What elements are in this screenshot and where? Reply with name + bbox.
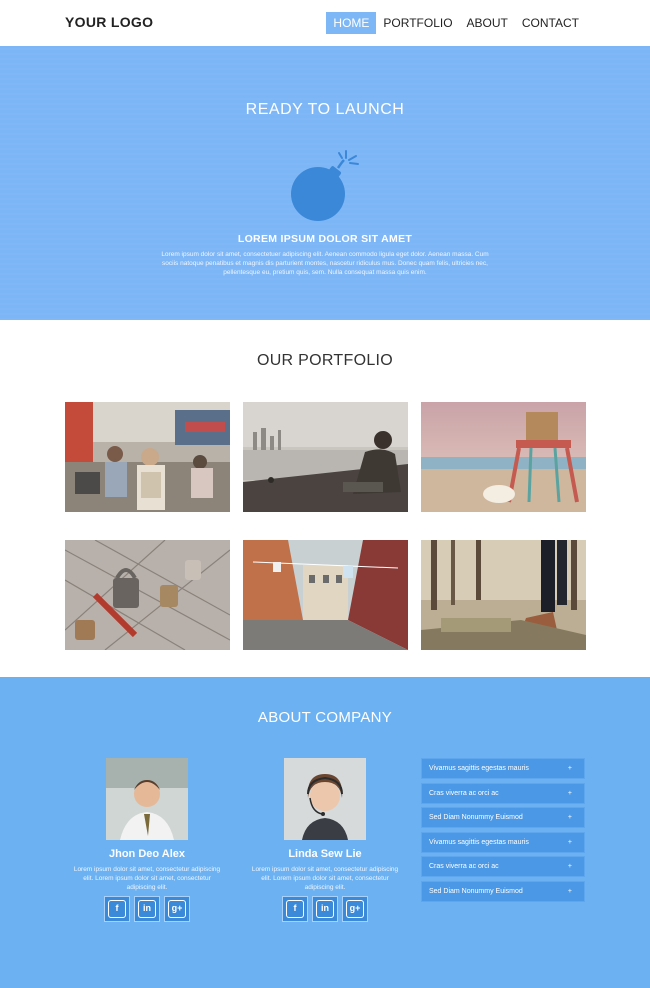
google-plus-icon[interactable]: g+ bbox=[342, 896, 368, 922]
accordion-item[interactable]: Vivamus sagittis egestas mauris + bbox=[421, 831, 585, 853]
accordion-item[interactable]: Sed Diam Nonummy Euismod + bbox=[421, 880, 585, 902]
avatar bbox=[284, 758, 366, 840]
nav-about[interactable]: ABOUT bbox=[460, 12, 515, 34]
accordion-item-label: Vivamus sagittis egestas mauris bbox=[429, 838, 529, 846]
hero-title: READY TO LAUNCH bbox=[245, 101, 405, 118]
portfolio-photo-beach[interactable] bbox=[421, 402, 586, 512]
linkedin-icon[interactable]: in bbox=[134, 896, 160, 922]
plus-icon: + bbox=[567, 789, 572, 797]
member-bio: Lorem ipsum dolor sit amet, consectetur … bbox=[73, 866, 221, 891]
facebook-icon[interactable]: f bbox=[282, 896, 308, 922]
accordion-item-label: Cras viverra ac orci ac bbox=[429, 789, 499, 797]
hero-section: READY TO LAUNCH LOREM IPSUM DOLOR SIT AM… bbox=[0, 46, 650, 320]
team-member-card: Jhon Deo Alex Lorem ipsum dolor sit amet… bbox=[72, 758, 222, 922]
google-plus-icon[interactable]: g+ bbox=[164, 896, 190, 922]
accordion-item-label: Sed Diam Nonummy Euismod bbox=[429, 887, 523, 895]
bomb-icon bbox=[291, 150, 359, 221]
nav-home[interactable]: HOME bbox=[326, 12, 377, 34]
accordion-item-label: Sed Diam Nonummy Euismod bbox=[429, 814, 523, 822]
portfolio-photo-street[interactable] bbox=[65, 402, 230, 512]
facebook-icon[interactable]: f bbox=[104, 896, 130, 922]
hero-text: Lorem ipsum dolor sit amet, consectetuer… bbox=[161, 251, 489, 276]
member-name: Linda Sew Lie bbox=[288, 848, 362, 860]
plus-icon: + bbox=[567, 814, 572, 822]
portfolio-photo-forest[interactable] bbox=[421, 540, 586, 650]
avatar bbox=[106, 758, 188, 840]
social-links: f in g+ bbox=[250, 896, 400, 922]
accordion-item-label: Vivamus sagittis egestas mauris bbox=[429, 765, 529, 772]
accordion-item-label: Cras viverra ac orci ac bbox=[429, 863, 499, 871]
portfolio-photo-locks[interactable] bbox=[65, 540, 230, 650]
about-section: ABOUT COMPANY Jhon Deo Alex Lorem ipsum … bbox=[0, 677, 650, 988]
accordion-item[interactable]: Vivamus sagittis egestas mauris + bbox=[421, 758, 585, 779]
accordion-item[interactable]: Cras viverra ac orci ac + bbox=[421, 856, 585, 878]
member-name: Jhon Deo Alex bbox=[109, 848, 185, 860]
hero-subtitle: LOREM IPSUM DOLOR SIT AMET bbox=[237, 233, 413, 245]
nav-contact[interactable]: CONTACT bbox=[515, 12, 586, 34]
nav-portfolio[interactable]: PORTFOLIO bbox=[376, 12, 459, 34]
about-title: ABOUT COMPANY bbox=[257, 709, 393, 726]
site-header: YOUR LOGO HOME PORTFOLIO ABOUT CONTACT bbox=[0, 0, 650, 46]
plus-icon: + bbox=[567, 838, 572, 846]
plus-icon: + bbox=[567, 887, 572, 895]
social-links: f in g+ bbox=[72, 896, 222, 922]
portfolio-title: OUR PORTFOLIO bbox=[256, 352, 394, 369]
portfolio-section: OUR PORTFOLIO bbox=[0, 320, 650, 677]
main-nav: HOME PORTFOLIO ABOUT CONTACT bbox=[326, 12, 586, 34]
portfolio-photo-alley[interactable] bbox=[243, 540, 408, 650]
accordion-item[interactable]: Cras viverra ac orci ac + bbox=[421, 782, 585, 804]
portfolio-photo-waterfront[interactable] bbox=[243, 402, 408, 512]
accordion-item[interactable]: Sed Diam Nonummy Euismod + bbox=[421, 807, 585, 829]
linkedin-icon[interactable]: in bbox=[312, 896, 338, 922]
team-member-card: Linda Sew Lie Lorem ipsum dolor sit amet… bbox=[250, 758, 400, 922]
plus-icon: + bbox=[567, 765, 572, 772]
plus-icon: + bbox=[567, 863, 572, 871]
site-logo[interactable]: YOUR LOGO bbox=[65, 14, 153, 30]
member-bio: Lorem ipsum dolor sit amet, consectetur … bbox=[251, 866, 399, 891]
accordion: Vivamus sagittis egestas mauris + Cras vi… bbox=[421, 758, 585, 906]
